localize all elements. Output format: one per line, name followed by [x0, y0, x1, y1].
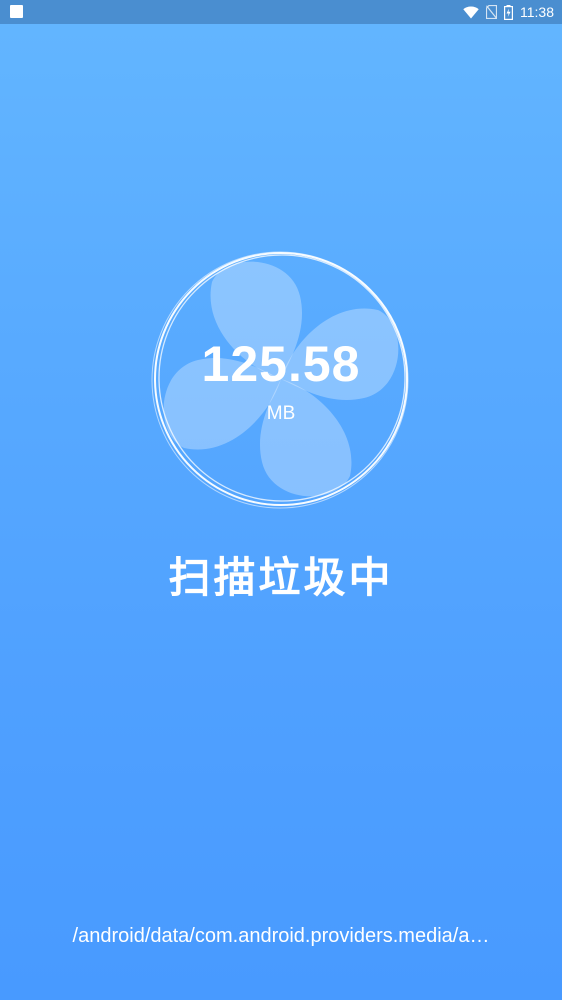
- no-sim-icon: [486, 5, 497, 19]
- notification-icon: [10, 5, 23, 18]
- current-scan-path: /android/data/com.android.providers.medi…: [72, 925, 490, 947]
- scanned-size-value: 125.58: [201, 336, 361, 392]
- status-icons: 11:38: [463, 0, 554, 24]
- status-time: 11:38: [520, 4, 554, 20]
- scanned-size-unit: MB: [266, 403, 296, 424]
- scan-status-text: 扫描垃圾中: [168, 553, 394, 602]
- scan-fan-animation: 125.58 MB: [150, 248, 412, 510]
- wifi-icon: [463, 6, 479, 18]
- status-bar: 11:38: [0, 0, 562, 24]
- battery-charging-icon: [504, 4, 513, 20]
- cleaner-scan-screen: 11:38 125.58 MB 扫描垃圾中 /android/data/com.…: [0, 0, 562, 1000]
